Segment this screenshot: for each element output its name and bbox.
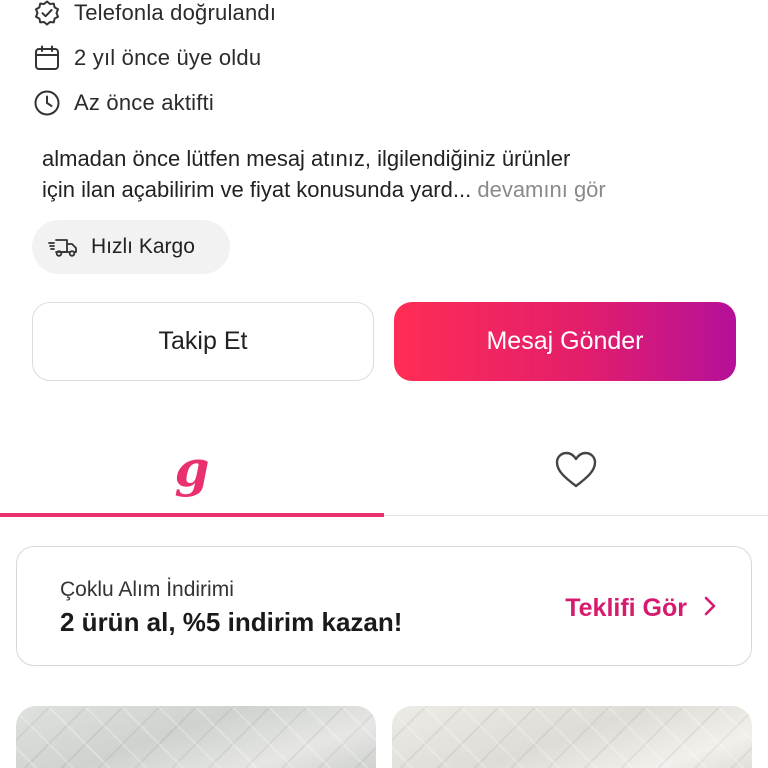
fast-shipping-chip[interactable]: Hızlı Kargo <box>32 220 230 274</box>
seller-bio: almadan önce lütfen mesaj atınız, ilgile… <box>42 143 742 205</box>
product-image <box>392 706 752 768</box>
view-offer-label: Teklifi Gör <box>565 594 687 622</box>
fast-shipping-label: Hızlı Kargo <box>91 235 195 258</box>
bulk-discount-card[interactable]: Çoklu Alım İndirimi 2 ürün al, %5 indiri… <box>16 546 752 666</box>
send-message-button[interactable]: Mesaj Gönder <box>394 302 736 381</box>
verified-row: Telefonla doğrulandı <box>32 0 276 30</box>
heart-icon <box>554 450 598 495</box>
product-image <box>16 706 376 768</box>
clock-icon <box>32 88 62 118</box>
chevron-right-icon <box>703 595 717 622</box>
product-thumbnail[interactable] <box>392 706 752 768</box>
tab-products[interactable]: g <box>0 428 384 516</box>
bio-line-2: için ilan açabilirim ve fiyat konusunda … <box>42 174 742 205</box>
bio-line-2-text: için ilan açabilirim ve fiyat konusunda … <box>42 177 472 202</box>
active-tab-indicator <box>0 513 384 517</box>
bio-more-link[interactable]: devamını gör <box>477 177 605 202</box>
activity-row: Az önce aktifti <box>32 86 214 120</box>
gardrops-logo-icon: g <box>174 439 210 498</box>
tab-favorites[interactable] <box>384 428 768 516</box>
calendar-icon <box>32 43 62 73</box>
offer-title: 2 ürün al, %5 indirim kazan! <box>60 607 403 637</box>
verified-label: Telefonla doğrulandı <box>74 0 277 25</box>
member-since-label: 2 yıl önce üye oldu <box>74 45 262 70</box>
follow-button[interactable]: Takip Et <box>32 302 374 381</box>
offer-subtitle: Çoklu Alım İndirimi <box>60 578 234 601</box>
product-thumbnail[interactable] <box>16 706 376 768</box>
member-since-row: 2 yıl önce üye oldu <box>32 41 261 75</box>
view-offer-link[interactable]: Teklifi Gör <box>565 594 717 623</box>
bio-line-1: almadan önce lütfen mesaj atınız, ilgile… <box>42 146 571 171</box>
activity-label: Az önce aktifti <box>74 90 214 115</box>
badge-check-icon <box>32 0 62 28</box>
profile-tabs: g <box>0 428 768 517</box>
fast-truck-icon <box>47 235 79 259</box>
